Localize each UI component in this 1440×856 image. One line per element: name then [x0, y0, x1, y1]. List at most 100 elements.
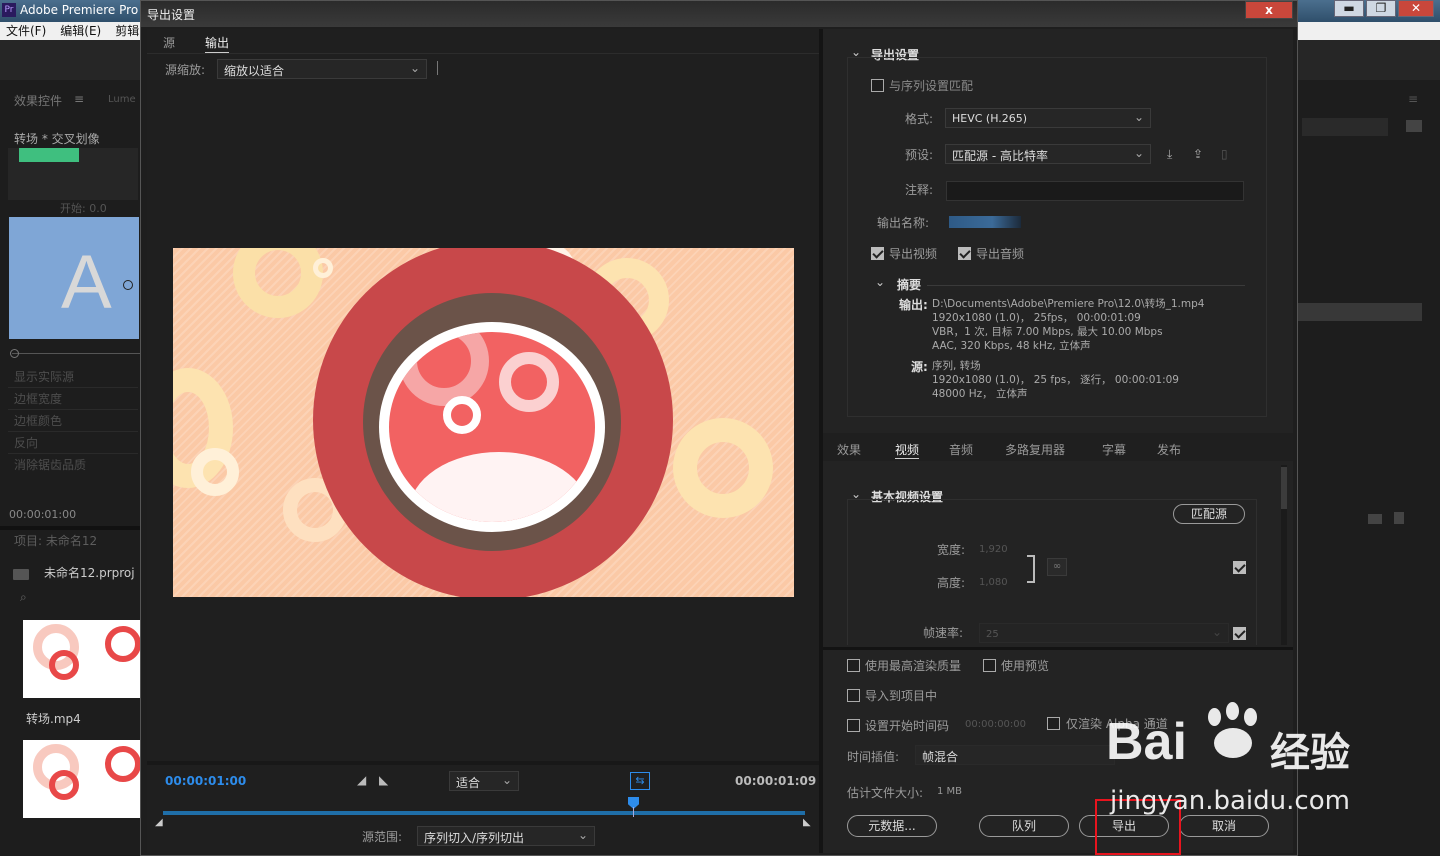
- baidu-url: jingyan.baidu.com: [1110, 786, 1350, 816]
- scale-select[interactable]: 缩放以适合 ⌄: [217, 59, 427, 79]
- minimize-button[interactable]: ▬: [1334, 0, 1364, 17]
- tab-effects[interactable]: 效果: [837, 441, 861, 458]
- tab-source[interactable]: 源: [163, 34, 175, 51]
- max-quality-checkbox[interactable]: [847, 659, 860, 672]
- timeline-track[interactable]: [163, 811, 805, 815]
- range-select[interactable]: 序列切入/序列切出 ⌄: [417, 826, 595, 846]
- project-file: 未命名12.prproj: [44, 566, 135, 580]
- out-point-icon[interactable]: ◣: [803, 817, 811, 828]
- tab-video[interactable]: 视频: [895, 441, 920, 459]
- tab-output[interactable]: 输出: [205, 34, 230, 53]
- use-preview-checkbox[interactable]: [983, 659, 996, 672]
- size-checkbox[interactable]: [1233, 561, 1246, 574]
- max-quality-label: 使用最高渲染质量: [865, 659, 962, 673]
- menu-file[interactable]: 文件(F): [6, 22, 46, 40]
- baidu-logo-cn: 经验: [1270, 730, 1350, 776]
- delete-preset-icon[interactable]: ▯: [1221, 147, 1228, 161]
- prop-item: 显示实际源: [8, 366, 138, 388]
- match-seq-checkbox[interactable]: [871, 79, 884, 92]
- dialog-close-button[interactable]: x: [1245, 1, 1293, 19]
- collapse-icon[interactable]: ⌄: [875, 275, 885, 289]
- range-label: 源范围:: [362, 830, 403, 844]
- output-line: VBR，1 次, 目标 7.00 Mbps, 最大 10.00 Mbps: [932, 326, 1163, 338]
- close-button[interactable]: ✕: [1398, 0, 1434, 17]
- center-handle[interactable]: [123, 280, 133, 290]
- fps-select[interactable]: 25 ⌄: [979, 623, 1229, 643]
- import-project-checkbox[interactable]: [847, 689, 860, 702]
- slider-track[interactable]: [12, 353, 140, 354]
- format-label: 格式:: [905, 112, 934, 126]
- output-summary: D:\Documents\Adobe\Premiere Pro\12.0\转场_…: [932, 297, 1204, 353]
- interp-select[interactable]: 帧混合: [915, 745, 1115, 765]
- project-thumb[interactable]: [23, 620, 140, 698]
- tab-publish[interactable]: 发布: [1157, 441, 1181, 458]
- export-audio-label: 导出音频: [976, 247, 1025, 261]
- alpha-only-checkbox[interactable]: [1047, 717, 1060, 730]
- source-line: 序列, 转场: [932, 360, 981, 372]
- export-audio-checkbox[interactable]: [958, 247, 971, 260]
- aspect-icon[interactable]: ⇆: [630, 772, 650, 790]
- tab-captions[interactable]: 字幕: [1102, 441, 1126, 458]
- app-title: Adobe Premiere Pro: [20, 3, 139, 17]
- window-controls[interactable]: ▬ ❐ ✕: [1334, 0, 1434, 18]
- import-preset-icon[interactable]: ⇪: [1193, 147, 1203, 161]
- in-point-icon[interactable]: ◢: [155, 817, 163, 828]
- trash-icon[interactable]: [1394, 512, 1404, 524]
- preset-label: 预设:: [905, 148, 934, 162]
- folder-icon[interactable]: [1368, 514, 1382, 524]
- camera-icon[interactable]: [1406, 120, 1422, 132]
- format-value: HEVC (H.265): [952, 112, 1028, 125]
- search-icon[interactable]: ⌕: [20, 590, 27, 605]
- comment-input[interactable]: [946, 181, 1244, 201]
- set-start-tc-checkbox[interactable]: [847, 719, 860, 732]
- project-thumb[interactable]: [23, 740, 140, 818]
- preset-value: 匹配源 - 高比特率: [952, 149, 1048, 163]
- video-preview: [173, 248, 794, 597]
- dialog-title: 导出设置: [147, 8, 196, 22]
- queue-button[interactable]: 队列: [979, 815, 1069, 837]
- left-panel: 效果控件 ≡ Lume 转场 * 交叉划像 开始: 0.0 A 显示实际源 边框…: [0, 80, 142, 856]
- menu-icon[interactable]: ≡: [74, 92, 84, 106]
- fit-value: 适合: [456, 776, 481, 790]
- chevron-down-icon: ⌄: [577, 828, 588, 842]
- tab-audio[interactable]: 音频: [949, 441, 973, 458]
- chain-link-icon[interactable]: ∞: [1047, 558, 1067, 576]
- match-source-button[interactable]: 匹配源: [1173, 504, 1245, 524]
- match-seq-label: 与序列设置匹配: [889, 79, 974, 93]
- transition-thumb: [19, 148, 79, 162]
- output-line: 1920x1080 (1.0)， 25fps， 00:00:01:09: [932, 312, 1141, 324]
- thumb-label: 转场.mp4: [26, 712, 81, 726]
- fps-label: 帧速率:: [923, 626, 964, 640]
- output-name-link[interactable]: [949, 216, 1021, 228]
- tab-effect-controls[interactable]: 效果控件: [14, 92, 62, 109]
- chevron-down-icon: ⌄: [409, 61, 420, 75]
- maximize-button[interactable]: ❐: [1366, 0, 1396, 17]
- menu-edit[interactable]: 编辑(E): [60, 22, 101, 40]
- height-value: 1,080: [979, 577, 1008, 588]
- menu-icon[interactable]: ≡: [1408, 92, 1418, 106]
- scrollbar[interactable]: [1281, 465, 1287, 645]
- preset-select[interactable]: 匹配源 - 高比特率 ⌄: [945, 144, 1151, 164]
- format-select[interactable]: HEVC (H.265) ⌄: [945, 108, 1151, 128]
- start-label: 开始: 0.0: [60, 202, 107, 215]
- prop-item: 边框宽度: [8, 388, 138, 410]
- chevron-down-icon: ⌄: [1133, 146, 1144, 160]
- save-preset-icon[interactable]: ⤓: [1167, 147, 1172, 162]
- interp-label: 时间插值:: [847, 750, 900, 764]
- output-name-label: 输出名称:: [877, 216, 930, 230]
- clip-label: 转场 * 交叉划像: [14, 132, 100, 146]
- fit-select[interactable]: 适合 ⌄: [449, 771, 519, 791]
- tab-multiplexer[interactable]: 多路复用器: [1005, 441, 1065, 458]
- slider-knob[interactable]: [10, 349, 19, 358]
- mark-in-icon[interactable]: ◢: [357, 773, 366, 787]
- timecode-start[interactable]: 00:00:01:00: [165, 774, 246, 788]
- mark-out-icon[interactable]: ◣: [379, 773, 388, 787]
- tab-lumetri[interactable]: Lume: [108, 94, 136, 105]
- fps-checkbox[interactable]: [1233, 627, 1246, 640]
- menu-clip[interactable]: 剪辑: [115, 22, 139, 40]
- export-video-checkbox[interactable]: [871, 247, 884, 260]
- source-label: 源:: [911, 360, 928, 374]
- summary-title: 摘要: [897, 278, 922, 292]
- metadata-button[interactable]: 元数据...: [847, 815, 937, 837]
- baidu-logo-text: Bai: [1106, 713, 1187, 771]
